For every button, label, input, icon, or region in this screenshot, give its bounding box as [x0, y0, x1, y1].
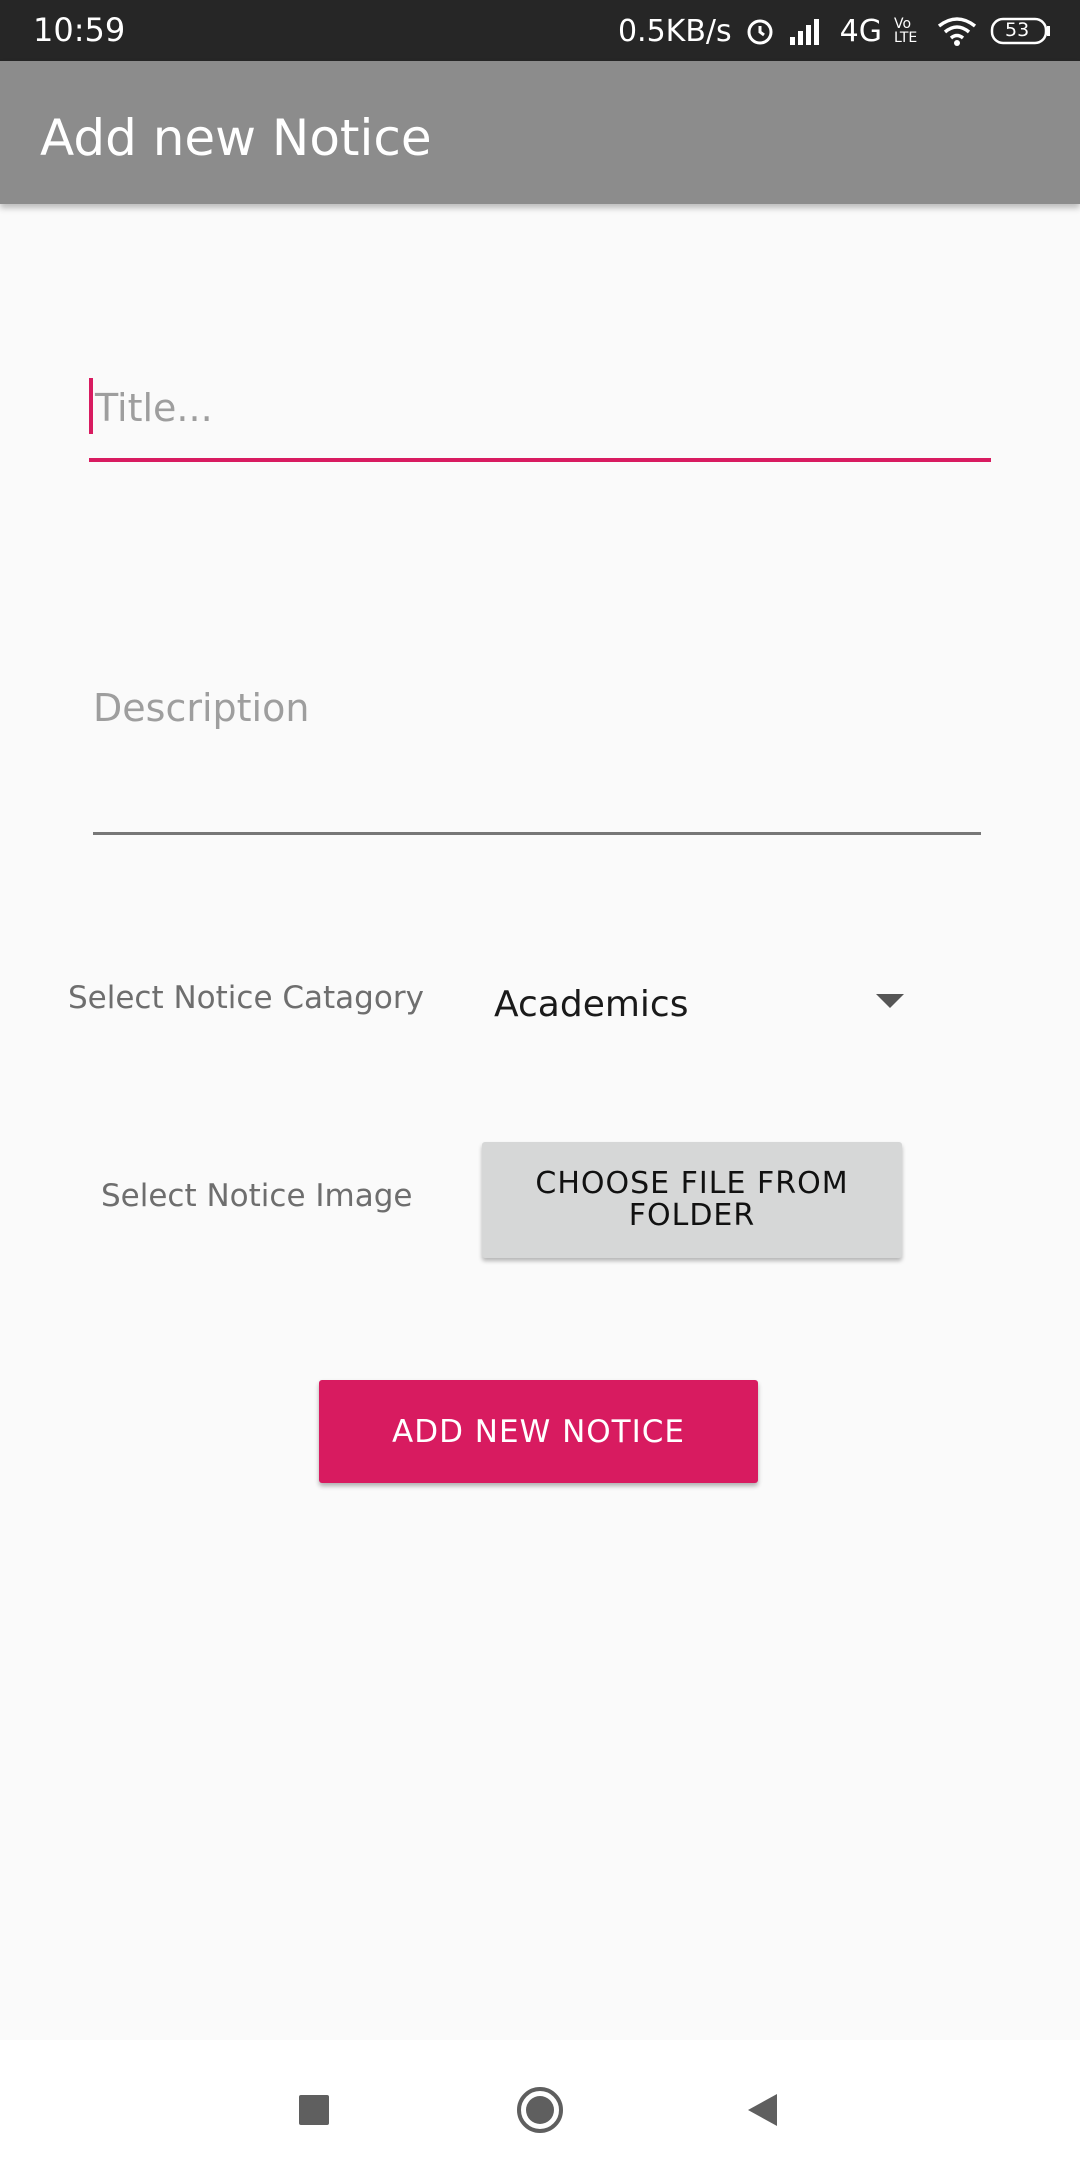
network-type: 4G [839, 13, 882, 49]
title-placeholder: Title... [95, 386, 213, 430]
signal-icon [788, 17, 828, 45]
status-time: 10:59 [33, 11, 126, 49]
dropdown-arrow-icon [876, 994, 904, 1008]
image-label: Select Notice Image [101, 1178, 413, 1214]
status-icons: 0.5KB/s 4G Vo LTE 53 [618, 10, 1052, 52]
add-notice-button[interactable]: ADD NEW NOTICE [319, 1380, 758, 1483]
wifi-icon [936, 16, 978, 46]
network-speed: 0.5KB/s [617, 13, 732, 49]
app-bar: Add new Notice [0, 61, 1080, 204]
description-placeholder: Description [93, 686, 310, 730]
page-title: Add new Notice [40, 109, 432, 167]
category-dropdown[interactable]: Academics [494, 978, 904, 1036]
navigation-bar [0, 2040, 1080, 2160]
recents-icon[interactable] [284, 2080, 344, 2140]
text-cursor [89, 378, 93, 434]
category-selected-value: Academics [494, 984, 689, 1025]
choose-file-button[interactable]: CHOOSE FILE FROM FOLDER [482, 1142, 902, 1258]
description-input[interactable]: Description [93, 680, 981, 835]
category-label: Select Notice Catagory [68, 980, 424, 1016]
home-icon[interactable] [510, 2080, 570, 2140]
title-input[interactable]: Title... [89, 370, 991, 462]
volte-badge: Vo LTE [894, 16, 918, 46]
battery-icon: 53 [990, 16, 1052, 46]
battery-level: 53 [1005, 19, 1030, 41]
status-bar: 10:59 0.5KB/s 4G Vo LTE 53 [0, 0, 1080, 61]
back-icon[interactable] [732, 2080, 792, 2140]
alarm-icon [744, 15, 776, 47]
